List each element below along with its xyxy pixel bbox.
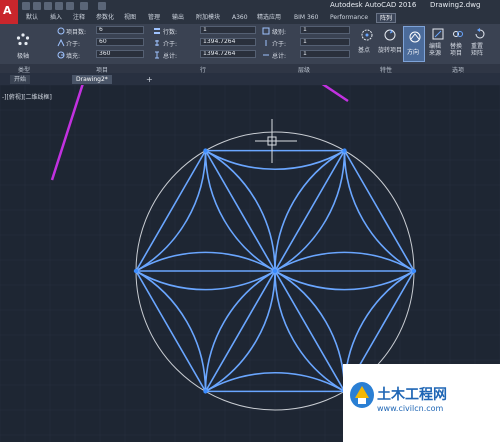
row-between-icon [155,40,159,46]
row-total-input[interactable]: 1394.7264 [200,50,256,58]
document-tabs: 开始 Drawing2* + [0,73,500,85]
fill-angle-icon [57,51,65,59]
polar-array-icon[interactable] [15,32,31,48]
fill-input[interactable]: 360 [96,50,144,58]
tab-array[interactable]: 阵列 [376,13,397,23]
item-count-input[interactable]: 6 [96,26,144,34]
tab-output[interactable]: 输出 [172,13,184,23]
level-total-input[interactable]: 1 [300,50,350,58]
file-title: Drawing2.dwg [430,1,481,9]
saveas-icon[interactable] [55,2,63,10]
app-logo[interactable]: A [0,0,18,24]
direction-label: 方向 [407,49,420,56]
associative-icon[interactable] [360,28,374,42]
tab-view[interactable]: 视图 [124,13,136,23]
watermark: 土木工程网 www.civilcn.com [343,364,500,442]
fill-label: 填充: [66,53,81,60]
app-title: Autodesk AutoCAD 2016 [330,1,417,9]
level-total-label: 总计: [272,53,287,60]
replace-item-icon[interactable] [452,28,464,40]
tab-manage[interactable]: 管理 [148,13,160,23]
level-between-icon [265,40,267,46]
row-between-label: 介于: [163,41,178,48]
row-total-icon [155,51,159,59]
quick-access-toolbar: Autodesk AutoCAD 2016 Drawing2.dwg [0,0,500,12]
ribbon-tabs: 默认 插入 注释 参数化 视图 管理 输出 附加模块 A360 精选应用 BIM… [18,12,500,24]
item-count-label: 项目数: [66,29,87,36]
reset-array-label[interactable]: 重置 矩阵 [471,43,483,57]
tab-home[interactable]: 默认 [26,13,38,23]
base-point-label[interactable]: 基点 [358,45,370,54]
rotate-items-label[interactable]: 旋转项目 [378,45,402,54]
open-icon[interactable] [33,2,41,10]
panel-labels-bar: 类型 项目 行 层级 特性 选项 [0,64,500,74]
civilcn-logo-icon [350,382,374,408]
levels-label: 级别: [272,29,287,36]
viewport-label[interactable]: -][俯视][二维线框] [2,92,52,101]
watermark-title: 土木工程网 [377,387,447,403]
tab-parametric[interactable]: 参数化 [96,13,114,23]
polar-button-label[interactable]: 极轴 [17,51,29,60]
rows-label: 行数: [163,29,178,36]
crosshair-cursor [255,119,297,163]
item-between-input[interactable]: 60 [96,38,144,46]
new-icon[interactable] [22,2,30,10]
row-between-input[interactable]: 1394.7264 [200,38,256,46]
undo-icon[interactable] [80,2,88,10]
tab-addins[interactable]: 附加模块 [196,13,220,23]
direction-button[interactable]: 方向 [403,26,425,62]
tab-a360[interactable]: A360 [232,13,248,23]
tab-insert[interactable]: 插入 [50,13,62,23]
doc-tab-drawing2[interactable]: Drawing2* [72,75,112,84]
rotate-items-icon[interactable] [383,28,397,42]
ribbon-panel: 极轴 项目数: 6 介于: 60 填充: 360 行数: 1 介于: 1394.… [0,24,500,64]
replace-item-label[interactable]: 替换 项目 [450,43,462,57]
item-between-label: 介于: [66,41,81,48]
tab-annotate[interactable]: 注释 [73,13,85,23]
row-total-label: 总计: [163,53,178,60]
direction-icon [409,31,421,43]
item-between-icon [57,39,65,47]
doc-tab-start[interactable]: 开始 [10,75,31,84]
levels-icon [262,27,270,35]
edit-source-icon[interactable] [432,28,444,40]
save-icon[interactable] [44,2,52,10]
level-between-label: 介于: [272,41,287,48]
level-total-icon [263,54,269,56]
print-icon[interactable] [66,2,74,10]
redo-icon[interactable] [98,2,106,10]
new-tab-icon[interactable]: + [146,75,153,84]
tab-featured-apps[interactable]: 精选应用 [257,13,281,23]
reset-array-icon[interactable] [474,28,486,40]
edit-source-label[interactable]: 编辑 来源 [429,43,441,57]
level-between-input[interactable]: 1 [300,38,350,46]
levels-input[interactable]: 1 [300,26,350,34]
tab-bim360[interactable]: BIM 360 [294,13,318,23]
item-count-icon [57,27,65,35]
rows-input[interactable]: 1 [200,26,256,34]
watermark-url: www.civilcn.com [377,404,444,413]
rows-icon [154,28,160,34]
tab-performance[interactable]: Performance [330,13,368,23]
